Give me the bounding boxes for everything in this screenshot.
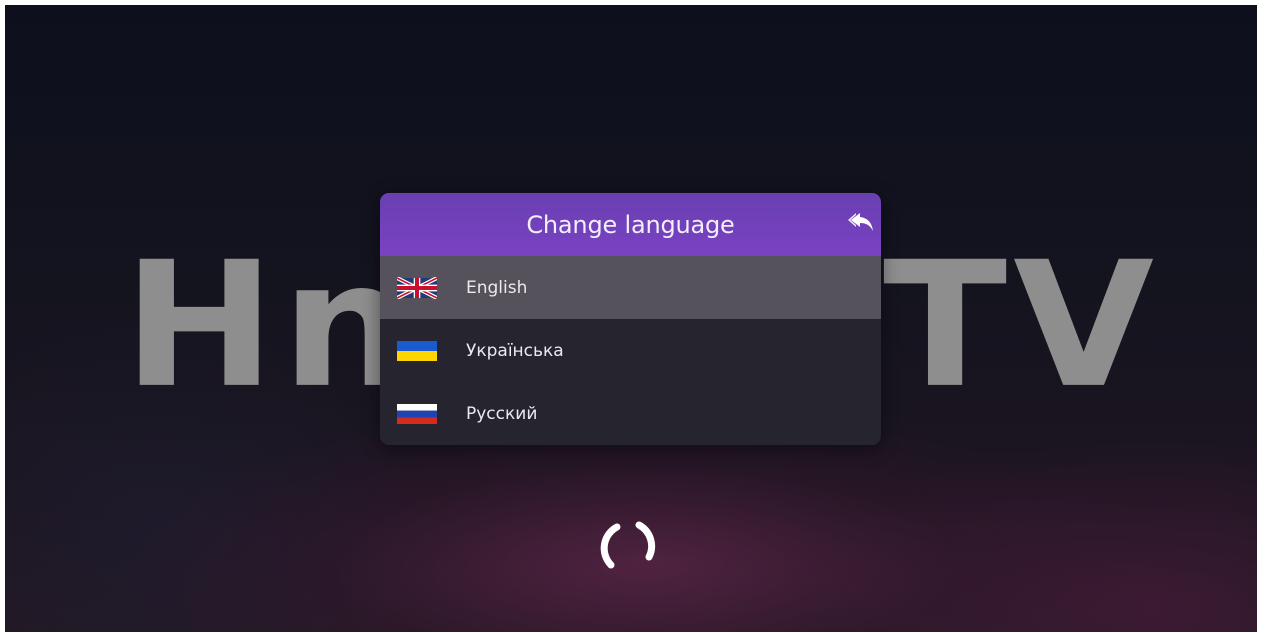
language-list: English Українська Русский [380, 256, 881, 445]
ukraine-flag-icon [397, 340, 437, 361]
back-button[interactable] [847, 207, 877, 237]
loading-spinner-icon [600, 521, 656, 569]
change-language-dialog: Change language English Українська Русск… [380, 193, 881, 445]
dialog-header: Change language [380, 193, 881, 256]
language-item-russian[interactable]: Русский [380, 382, 881, 445]
background-logo-left: Hn [123, 224, 417, 426]
reply-arrow-icon [848, 213, 873, 231]
language-item-english[interactable]: English [380, 256, 881, 319]
dialog-title: Change language [526, 210, 735, 239]
russia-flag-icon [397, 403, 437, 424]
uk-flag-icon [397, 276, 437, 299]
app-screen: Hn TV Change language English Українська… [5, 5, 1257, 632]
language-label: Українська [466, 340, 564, 361]
language-label: Русский [466, 403, 538, 424]
language-label: English [466, 277, 528, 298]
language-item-ukrainian[interactable]: Українська [380, 319, 881, 382]
background-logo-right: TV [883, 224, 1161, 426]
